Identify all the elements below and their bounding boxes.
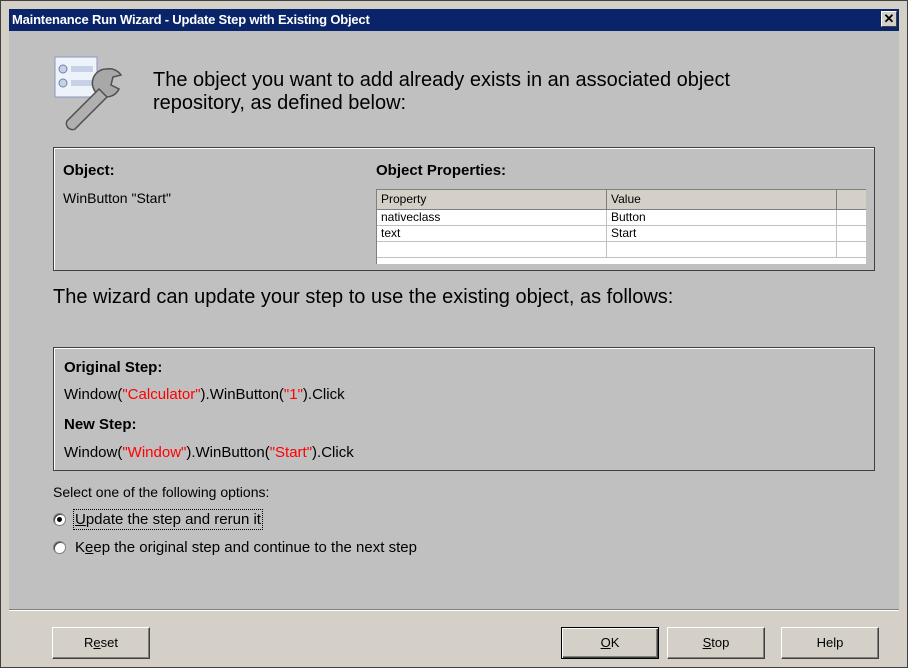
close-button[interactable]: ✕ xyxy=(881,11,897,27)
code-argument: "1" xyxy=(283,386,303,403)
object-label: Object: xyxy=(63,162,115,179)
table-row[interactable]: nativeclass Button xyxy=(377,210,866,226)
column-header-value[interactable]: Value xyxy=(607,190,837,209)
object-panel: Object: WinButton "Start" Object Propert… xyxy=(53,147,875,271)
code-text: ).WinButton( xyxy=(186,444,270,461)
table-row[interactable]: text Start xyxy=(377,226,866,242)
intro-message: The object you want to add already exist… xyxy=(153,69,731,114)
original-step-code: Window("Calculator").WinButton("1").Clic… xyxy=(64,386,345,403)
column-header-property[interactable]: Property xyxy=(377,190,607,209)
title-bar[interactable]: Maintenance Run Wizard - Update Step wit… xyxy=(9,9,899,31)
reset-button[interactable]: Reset xyxy=(52,627,150,659)
code-argument: "Window" xyxy=(122,444,187,461)
table-cell-property: text xyxy=(377,226,607,242)
steps-panel: Original Step: Window("Calculator").WinB… xyxy=(53,347,875,471)
original-step-label: Original Step: xyxy=(64,359,163,376)
help-button[interactable]: Help xyxy=(781,627,879,659)
table-cell-value: Start xyxy=(607,226,837,242)
option-label: Keep the original step and continue to t… xyxy=(75,539,417,556)
properties-table[interactable]: Property Value nativeclass Button text S… xyxy=(376,189,866,264)
close-icon: ✕ xyxy=(883,11,895,26)
code-argument: "Calculator" xyxy=(122,386,201,403)
options-label: Select one of the following options: xyxy=(53,484,270,500)
table-cell-value: Button xyxy=(607,210,837,226)
code-argument: "Start" xyxy=(269,444,313,461)
object-properties-label: Object Properties: xyxy=(376,162,507,179)
radio-button-selected[interactable] xyxy=(53,513,66,526)
wizard-update-message: The wizard can update your step to use t… xyxy=(53,286,674,308)
button-bar: Reset OK Stop Help xyxy=(9,611,899,661)
table-header: Property Value xyxy=(377,190,866,210)
window-title: Maintenance Run Wizard - Update Step wit… xyxy=(12,12,370,27)
option-label: Update the step and rerun it xyxy=(73,509,263,530)
table-row-empty xyxy=(377,242,866,258)
new-step-code: Window("Window").WinButton("Start").Clic… xyxy=(64,444,354,461)
stop-button[interactable]: Stop xyxy=(667,627,765,659)
code-text: ).Click xyxy=(312,444,354,461)
code-text: Window( xyxy=(64,386,123,403)
object-repository-wrench-icon xyxy=(54,56,123,131)
code-text: ).WinButton( xyxy=(200,386,284,403)
ok-button[interactable]: OK xyxy=(561,627,659,659)
radio-button[interactable] xyxy=(53,541,66,554)
table-cell-property: nativeclass xyxy=(377,210,607,226)
wizard-dialog: Maintenance Run Wizard - Update Step wit… xyxy=(0,0,908,668)
code-text: ).Click xyxy=(302,386,345,403)
code-text: Window( xyxy=(64,444,123,461)
object-value: WinButton "Start" xyxy=(63,190,171,206)
radio-dot xyxy=(57,517,62,522)
new-step-label: New Step: xyxy=(64,416,137,433)
column-header-filler xyxy=(837,190,866,209)
